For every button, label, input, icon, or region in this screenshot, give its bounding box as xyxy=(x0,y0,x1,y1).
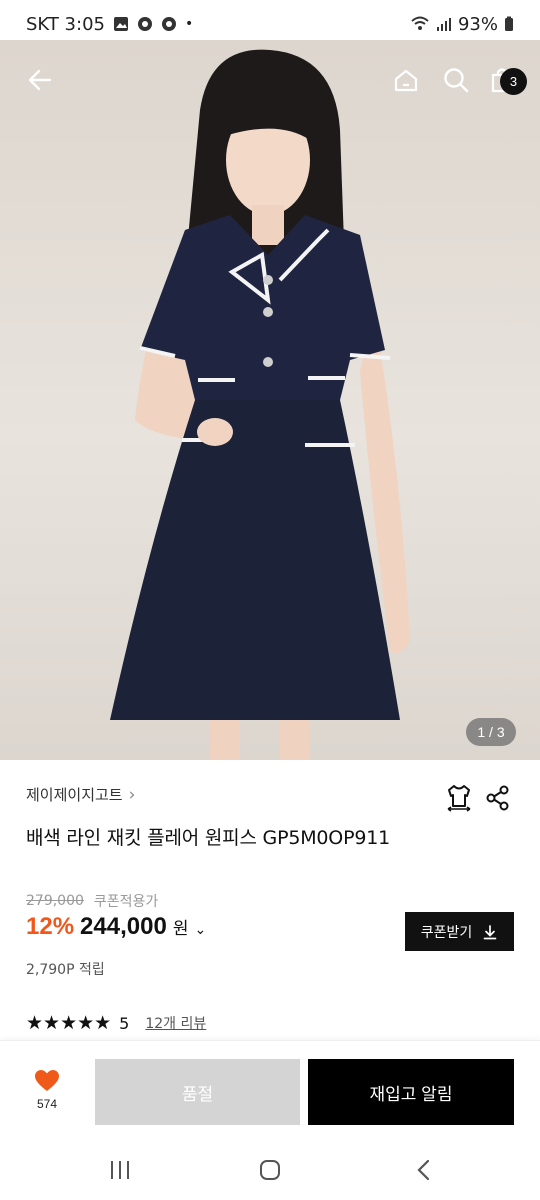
share-button[interactable] xyxy=(484,784,512,812)
recent-apps-button[interactable] xyxy=(100,1156,140,1184)
product-photo xyxy=(110,49,410,760)
status-left: SKT 3:05 • xyxy=(26,14,193,35)
system-back-button[interactable] xyxy=(404,1156,444,1184)
system-home-button[interactable] xyxy=(250,1156,290,1184)
system-back-icon xyxy=(417,1159,430,1181)
gallery-page-indicator: 1 / 3 xyxy=(466,718,516,746)
brand-link[interactable]: 제이제이지고트 › xyxy=(26,784,135,805)
restock-alert-button[interactable]: 재입고 알림 xyxy=(308,1059,514,1125)
back-button[interactable] xyxy=(20,60,60,100)
system-home-icon xyxy=(260,1160,280,1180)
get-coupon-label: 쿠폰받기 xyxy=(420,923,473,940)
battery-icon xyxy=(505,16,513,31)
recent-apps-icon xyxy=(111,1161,129,1179)
price-row[interactable]: 12% 244,000 원 ⌄ xyxy=(26,913,206,941)
gallery-notification-icon xyxy=(113,17,128,31)
discount-rate: 12% xyxy=(26,913,75,940)
like-count: 574 xyxy=(36,1097,58,1111)
status-right: 93% xyxy=(410,14,514,35)
status-time: SKT 3:05 xyxy=(26,13,105,35)
rating-value: 5 xyxy=(119,1013,130,1033)
home-icon xyxy=(394,69,418,92)
rating-stars: ★★★★★ xyxy=(26,1012,112,1034)
clothing-hanger-icon xyxy=(447,785,471,812)
currency-unit: 원 xyxy=(172,919,189,939)
coupon-price-label: 쿠폰적용가 xyxy=(93,894,159,910)
home-button[interactable] xyxy=(386,60,426,100)
download-icon xyxy=(483,924,497,939)
product-title: 배색 라인 재킷 플레어 원피스 GP5M0OP911 xyxy=(26,827,390,849)
bottom-action-bar: 574 품절 재입고 알림 xyxy=(0,1040,540,1140)
system-navigation-bar xyxy=(0,1140,540,1200)
reward-points: 2,790P 적립 xyxy=(26,962,105,978)
review-count-link[interactable]: 12개 리뷰 xyxy=(145,1013,206,1033)
chrome-notification-icon-2 xyxy=(161,17,176,31)
chevron-down-icon: ⌄ xyxy=(194,922,207,938)
sale-price: 244,000 xyxy=(80,913,167,940)
like-button[interactable]: 574 xyxy=(22,1069,72,1119)
more-notifications-dot: • xyxy=(184,16,194,32)
wifi-icon xyxy=(411,16,429,30)
get-coupon-button[interactable]: 쿠폰받기 xyxy=(405,912,514,951)
battery-percent: 93% xyxy=(457,13,498,35)
original-price-row: 279,000 쿠폰적용가 xyxy=(26,891,158,911)
search-button[interactable] xyxy=(436,60,476,100)
rating-row: ★★★★★ 5 12개 리뷰 xyxy=(26,1012,206,1034)
size-guide-button[interactable] xyxy=(444,782,474,812)
signal-icon xyxy=(436,18,451,31)
original-price: 279,000 xyxy=(26,893,84,909)
back-arrow-icon xyxy=(28,69,52,91)
chevron-right-icon: › xyxy=(128,784,136,805)
cart-count-badge: 3 xyxy=(500,68,527,95)
product-image-gallery[interactable]: 3 1 / 3 xyxy=(0,40,540,760)
chrome-notification-icon xyxy=(137,17,152,31)
soldout-button[interactable]: 품절 xyxy=(95,1059,300,1125)
share-icon xyxy=(486,785,509,811)
search-icon xyxy=(444,68,469,93)
heart-icon xyxy=(35,1070,59,1091)
brand-name: 제이제이지고트 xyxy=(26,786,123,804)
